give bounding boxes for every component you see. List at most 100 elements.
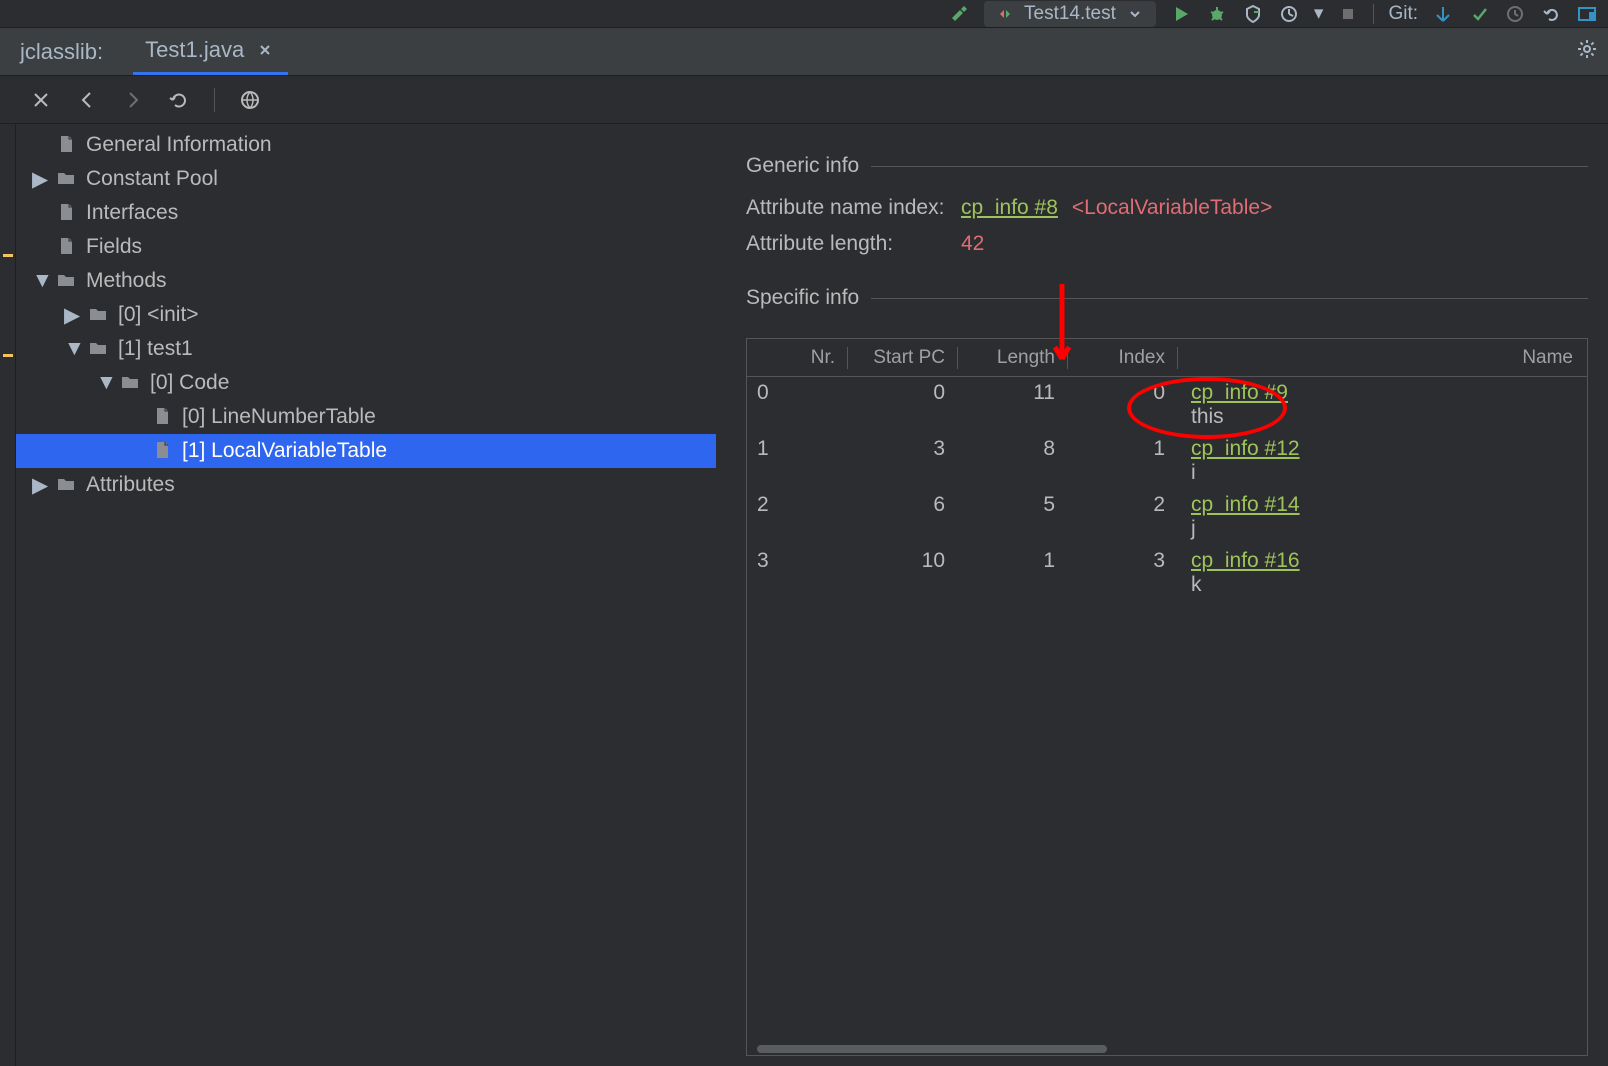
run-icon[interactable] [1170, 3, 1192, 25]
profiler-icon[interactable] [1278, 3, 1300, 25]
file-icon [56, 134, 78, 156]
gear-icon[interactable] [1576, 38, 1598, 60]
divider [871, 166, 1588, 167]
tree-label: Methods [86, 269, 167, 293]
back-icon[interactable] [76, 89, 98, 111]
variable-name: k [1191, 573, 1573, 597]
folder-icon [120, 372, 142, 394]
gutter-marker [3, 254, 13, 257]
horizontal-scrollbar[interactable] [747, 1043, 1587, 1055]
detail-panel: Generic info Attribute name index: cp_in… [716, 124, 1608, 1066]
tree-label: Interfaces [86, 201, 178, 225]
section-label: Generic info [746, 154, 859, 178]
tree-row[interactable]: Fields [16, 230, 716, 264]
expand-icon[interactable]: ▼ [96, 371, 112, 395]
tree-label: Attributes [86, 473, 175, 497]
git-label: Git: [1388, 3, 1418, 25]
tree-row[interactable]: ▼ [1] test1 [16, 332, 716, 366]
cp-info-link[interactable]: cp_info #8 [961, 196, 1058, 220]
tool-window-icon[interactable] [1576, 3, 1598, 25]
table-row[interactable]: 1381cp_info #12i [747, 433, 1587, 489]
tree-row[interactable]: [0] LineNumberTable [16, 400, 716, 434]
expand-icon[interactable]: ▼ [32, 269, 48, 293]
local-variable-table: Nr. Start PC Length Index Name 00110cp_i… [746, 338, 1588, 1056]
tree-row[interactable]: ▼[0] Code [16, 366, 716, 400]
commit-icon[interactable] [1468, 3, 1490, 25]
run-config-selector[interactable]: Test14.test [984, 1, 1156, 27]
variable-name: this [1191, 405, 1573, 429]
close-icon[interactable] [30, 89, 52, 111]
gutter-marker [3, 354, 13, 357]
folder-icon [56, 270, 78, 292]
attr-length-label: Attribute length: [746, 232, 961, 256]
col-nr[interactable]: Nr. [747, 347, 847, 369]
tree-row[interactable]: Interfaces [16, 196, 716, 230]
collapse-icon[interactable]: ▶ [32, 473, 48, 498]
close-icon[interactable] [254, 39, 276, 61]
tree-row[interactable]: ▶ [0] <init> [16, 298, 716, 332]
cell-nr: 3 [747, 549, 847, 597]
cp-info-link[interactable]: cp_info #16 [1191, 549, 1300, 572]
globe-icon[interactable] [239, 89, 261, 111]
cell-name: cp_info #14j [1177, 493, 1587, 541]
col-name[interactable]: Name [1177, 347, 1587, 369]
refresh-icon[interactable] [168, 89, 190, 111]
rollback-icon[interactable] [1540, 3, 1562, 25]
tree-label: [1] test1 [118, 337, 193, 361]
scrollbar-thumb[interactable] [757, 1045, 1107, 1053]
history-icon[interactable] [1504, 3, 1526, 25]
folder-icon [88, 338, 110, 360]
cell-name: cp_info #12i [1177, 437, 1587, 485]
col-index[interactable]: Index [1067, 347, 1177, 369]
debug-icon[interactable] [1206, 3, 1228, 25]
cell-startpc: 0 [847, 381, 957, 429]
file-icon [56, 202, 78, 224]
tree-row[interactable]: General Information [16, 128, 716, 162]
table-row[interactable]: 00110cp_info #9this [747, 377, 1587, 433]
tree-label: General Information [86, 133, 272, 157]
update-icon[interactable] [1432, 3, 1454, 25]
collapse-icon[interactable]: ▶ [32, 167, 48, 192]
tree-row[interactable]: ▼ Methods [16, 264, 716, 298]
folder-icon [88, 304, 110, 326]
run-config-label: Test14.test [1024, 3, 1116, 25]
hammer-icon[interactable] [948, 3, 970, 25]
table-row[interactable]: 2652cp_info #14j [747, 489, 1587, 545]
tree-label: Constant Pool [86, 167, 218, 191]
collapse-icon[interactable]: ▶ [64, 303, 80, 328]
col-length[interactable]: Length [957, 347, 1067, 369]
tree-row[interactable]: [1] LocalVariableTable [16, 434, 716, 468]
cell-name: cp_info #16k [1177, 549, 1587, 597]
cell-nr: 2 [747, 493, 847, 541]
coverage-icon[interactable] [1242, 3, 1264, 25]
tab-test1-java[interactable]: Test1.java [133, 28, 288, 75]
attr-length-value: 42 [961, 232, 984, 256]
cell-length: 1 [957, 549, 1067, 597]
stop-icon[interactable] [1337, 3, 1359, 25]
expand-icon[interactable]: ▼ [64, 337, 80, 361]
cp-info-link[interactable]: cp_info #12 [1191, 437, 1300, 460]
cell-index: 2 [1067, 493, 1177, 541]
table-body: 00110cp_info #9this1381cp_info #12i2652c… [747, 377, 1587, 1043]
cell-index: 1 [1067, 437, 1177, 485]
cp-info-link[interactable]: cp_info #9 [1191, 381, 1288, 404]
structure-tree[interactable]: General Information ▶ Constant Pool Interfa… [16, 124, 716, 1066]
tree-label: [0] LineNumberTable [182, 405, 376, 429]
main-split: General Information ▶ Constant Pool Interfa… [0, 124, 1608, 1066]
file-icon [56, 236, 78, 258]
cell-startpc: 3 [847, 437, 957, 485]
cp-info-link[interactable]: cp_info #14 [1191, 493, 1300, 516]
attr-name-label: Attribute name index: [746, 196, 961, 220]
tree-row[interactable]: ▶ Attributes [16, 468, 716, 502]
tree-row[interactable]: ▶ Constant Pool [16, 162, 716, 196]
tree-label: [0] <init> [118, 303, 199, 327]
forward-icon[interactable] [122, 89, 144, 111]
divider [214, 88, 215, 112]
table-row[interactable]: 31013cp_info #16k [747, 545, 1587, 601]
col-startpc[interactable]: Start PC [847, 347, 957, 369]
attr-name-row: Attribute name index: cp_info #8 <LocalV… [746, 196, 1588, 220]
chevron-down-icon[interactable]: ▾ [1314, 2, 1324, 25]
attr-name-text: <LocalVariableTable> [1072, 196, 1272, 220]
variable-name: j [1191, 517, 1573, 541]
folder-icon [56, 168, 78, 190]
